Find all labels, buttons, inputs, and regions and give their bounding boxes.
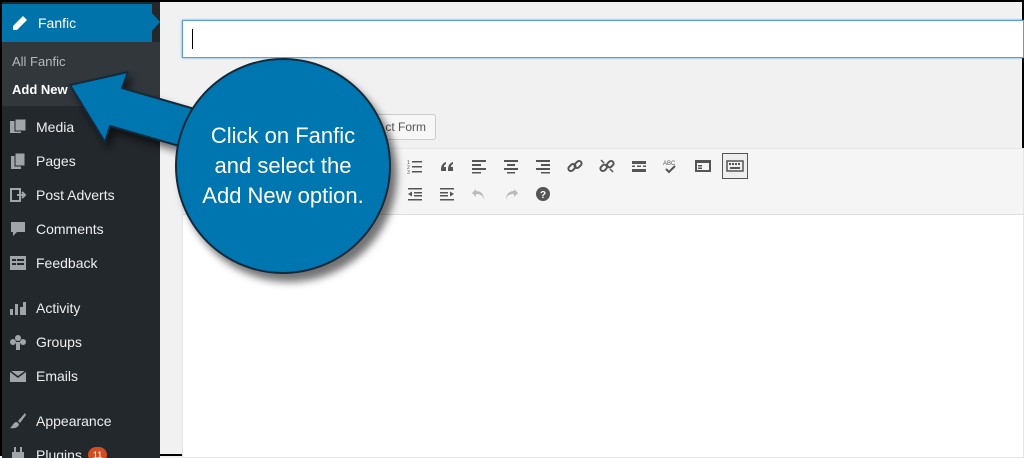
callout-text: Click on Fanfic and select the Add New o… — [202, 123, 364, 208]
callout-bubble: Click on Fanfic and select the Add New o… — [175, 58, 391, 274]
callout-arrow — [69, 71, 213, 153]
